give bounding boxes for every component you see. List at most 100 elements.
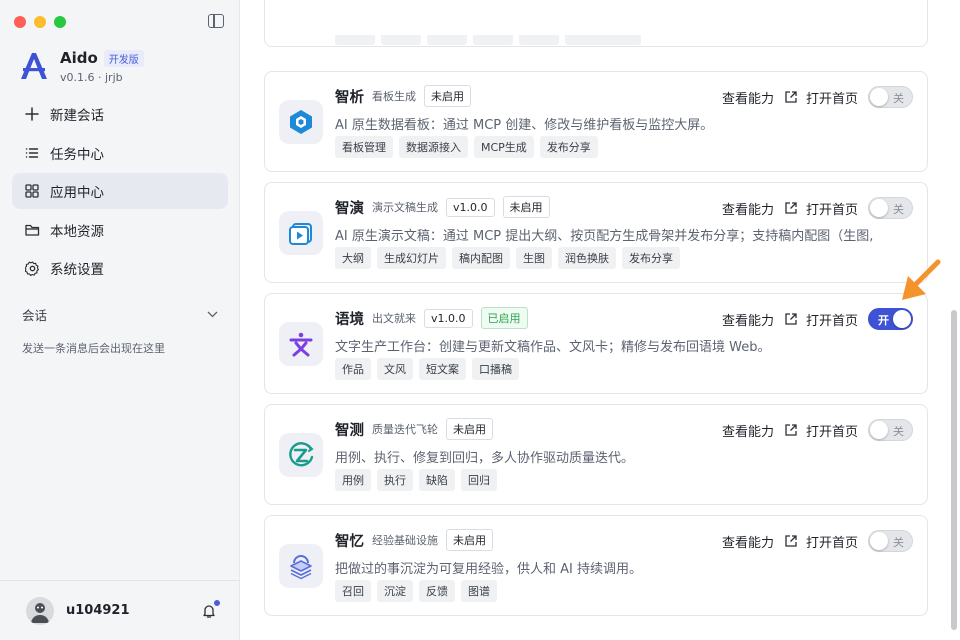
open-homepage-label: 打开首页	[805, 535, 858, 551]
brand: Aido 开发版 v0.1.6 · jrjb	[18, 48, 144, 84]
nav-new-session[interactable]: 新建会话	[12, 96, 228, 132]
app-subtitle: 质量迭代飞轮	[372, 423, 438, 436]
app-tags: 召回 沉淀 反馈 图谱	[335, 580, 497, 602]
zhice-app-icon	[279, 433, 323, 477]
open-homepage-label: 打开首页	[805, 202, 858, 218]
open-homepage-link[interactable]: 打开首页	[784, 421, 858, 440]
notification-dot	[214, 599, 220, 606]
open-homepage-link[interactable]: 打开首页	[784, 532, 858, 551]
aido-logo-icon	[21, 53, 47, 79]
plus-icon	[24, 106, 40, 122]
enable-toggle[interactable]: 关	[868, 419, 913, 441]
app-tags: 用例 执行 缺陷 回归	[335, 469, 497, 491]
external-link-icon	[785, 535, 797, 547]
app-description: AI 原生数据看板：通过 MCP 创建、修改与维护看板与监控大屏。	[335, 118, 714, 133]
minimize-window-button[interactable]	[34, 16, 46, 28]
app-card-zhixi: 智析 看板生成 未启用 AI 原生数据看板：通过 MCP 创建、修改与维护看板与…	[264, 71, 928, 172]
grid-icon	[24, 183, 40, 199]
toggle-knob	[870, 532, 888, 550]
app-tags: 看板管理 数据源接入 MCP生成 发布分享	[335, 136, 598, 158]
app-description: AI 原生演示文稿：通过 MCP 提出大纲、按页配方生成骨架并发布分享；支持稿内…	[335, 229, 874, 244]
tag: 看板管理	[335, 136, 393, 158]
tag: 发布分享	[539, 136, 598, 158]
tag: 口播稿	[472, 358, 519, 380]
status-badge: 未启用	[446, 529, 493, 551]
app-name: 智析	[335, 89, 364, 106]
main-scrollbar[interactable]	[951, 310, 957, 630]
zhiyan-app-icon	[279, 211, 323, 255]
session-title: 会话	[22, 308, 48, 323]
maximize-window-button[interactable]	[54, 16, 66, 28]
tag: 数据源接入	[399, 136, 468, 158]
app-subtitle: 看板生成	[372, 90, 416, 103]
enable-toggle[interactable]: 关	[868, 197, 913, 219]
tag: 生成幻灯片	[377, 247, 446, 269]
tag: 沉淀	[377, 580, 413, 602]
tag: 反馈	[419, 580, 455, 602]
toggle-label: 关	[893, 425, 904, 438]
view-capabilities-link[interactable]: 查看能力	[722, 88, 774, 107]
bell-icon[interactable]	[201, 599, 220, 619]
toggle-knob	[893, 310, 911, 328]
nav-task-center[interactable]: 任务中心	[12, 135, 228, 171]
app-description: 把做过的事沉淀为可复用经验，供人和 AI 持续调用。	[335, 562, 642, 577]
tag: 回归	[461, 469, 497, 491]
tag: 大纲	[335, 247, 371, 269]
tag: 生图	[516, 247, 552, 269]
tag: 作品	[335, 358, 371, 380]
toggle-label: 关	[893, 203, 904, 216]
view-capabilities-link[interactable]: 查看能力	[722, 199, 774, 218]
toggle-label: 开	[878, 314, 889, 327]
zhixi-app-icon	[279, 100, 323, 144]
view-capabilities-link[interactable]: 查看能力	[722, 421, 774, 440]
tag: MCP生成	[474, 136, 534, 158]
nav-label: 应用中心	[50, 185, 104, 202]
status-badge: 已启用	[480, 307, 528, 329]
enable-toggle[interactable]: 关	[868, 530, 913, 552]
app-card-zhiyan: 智演 演示文稿生成 v1.0.0 未启用 AI 原生演示文稿：通过 MCP 提出…	[264, 182, 928, 283]
app-name: Aido	[60, 49, 98, 67]
app-subtitle: 出文就来	[372, 312, 416, 325]
chevron-down-icon	[207, 311, 218, 318]
tag: 发布分享	[622, 247, 680, 269]
session-section-header[interactable]: 会话	[22, 305, 218, 324]
nav-system-settings[interactable]: 系统设置	[12, 250, 228, 286]
tag: 润色换肤	[558, 247, 616, 269]
session-empty-hint: 发送一条消息后会出现在这里	[22, 342, 165, 355]
app-version: v0.1.6 · jrjb	[60, 71, 123, 84]
tag: 召回	[335, 580, 371, 602]
user-bar: u104921	[0, 580, 239, 640]
open-homepage-label: 打开首页	[805, 313, 858, 329]
avatar[interactable]	[26, 596, 54, 625]
tag: 文风	[377, 358, 413, 380]
status-badge: 未启用	[502, 196, 550, 218]
app-card-partial	[264, 0, 928, 47]
tag: 图谱	[461, 580, 497, 602]
open-homepage-link[interactable]: 打开首页	[784, 199, 858, 218]
close-window-button[interactable]	[14, 16, 26, 28]
open-homepage-link[interactable]: 打开首页	[784, 88, 858, 107]
open-homepage-link[interactable]: 打开首页	[784, 310, 858, 329]
view-capabilities-link[interactable]: 查看能力	[722, 310, 774, 329]
nav-local-resources[interactable]: 本地资源	[12, 212, 228, 248]
external-link-icon	[785, 424, 797, 436]
enable-toggle[interactable]: 开	[868, 308, 913, 330]
open-homepage-label: 打开首页	[805, 91, 858, 107]
app-name: 语境	[335, 311, 364, 328]
version-badge: v1.0.0	[424, 308, 473, 328]
sidebar-toggle-icon[interactable]	[208, 14, 224, 28]
nav-label: 系统设置	[50, 262, 104, 279]
app-name: 智演	[335, 200, 364, 217]
external-link-icon	[785, 91, 797, 103]
view-capabilities-link[interactable]: 查看能力	[722, 532, 774, 551]
tag: 缺陷	[419, 469, 455, 491]
enable-toggle[interactable]: 关	[868, 86, 913, 108]
app-card-zhice: 智测 质量迭代飞轮 未启用 用例、执行、修复到回归，多人协作驱动质量迭代。 用例…	[264, 404, 928, 505]
app-card-yujing: 语境 出文就来 v1.0.0 已启用 文字生产工作台：创建与更新文稿作品、文风卡…	[264, 293, 928, 394]
open-homepage-label: 打开首页	[805, 424, 858, 440]
app-description: 用例、执行、修复到回归，多人协作驱动质量迭代。	[335, 451, 635, 466]
toggle-label: 关	[893, 536, 904, 549]
nav-app-center[interactable]: 应用中心	[12, 173, 228, 210]
app-card-zhiyi: 智忆 经验基础设施 未启用 把做过的事沉淀为可复用经验，供人和 AI 持续调用。…	[264, 515, 928, 616]
app-description: 文字生产工作台：创建与更新文稿作品、文风卡；精修与发布回语境 Web。	[335, 340, 771, 355]
